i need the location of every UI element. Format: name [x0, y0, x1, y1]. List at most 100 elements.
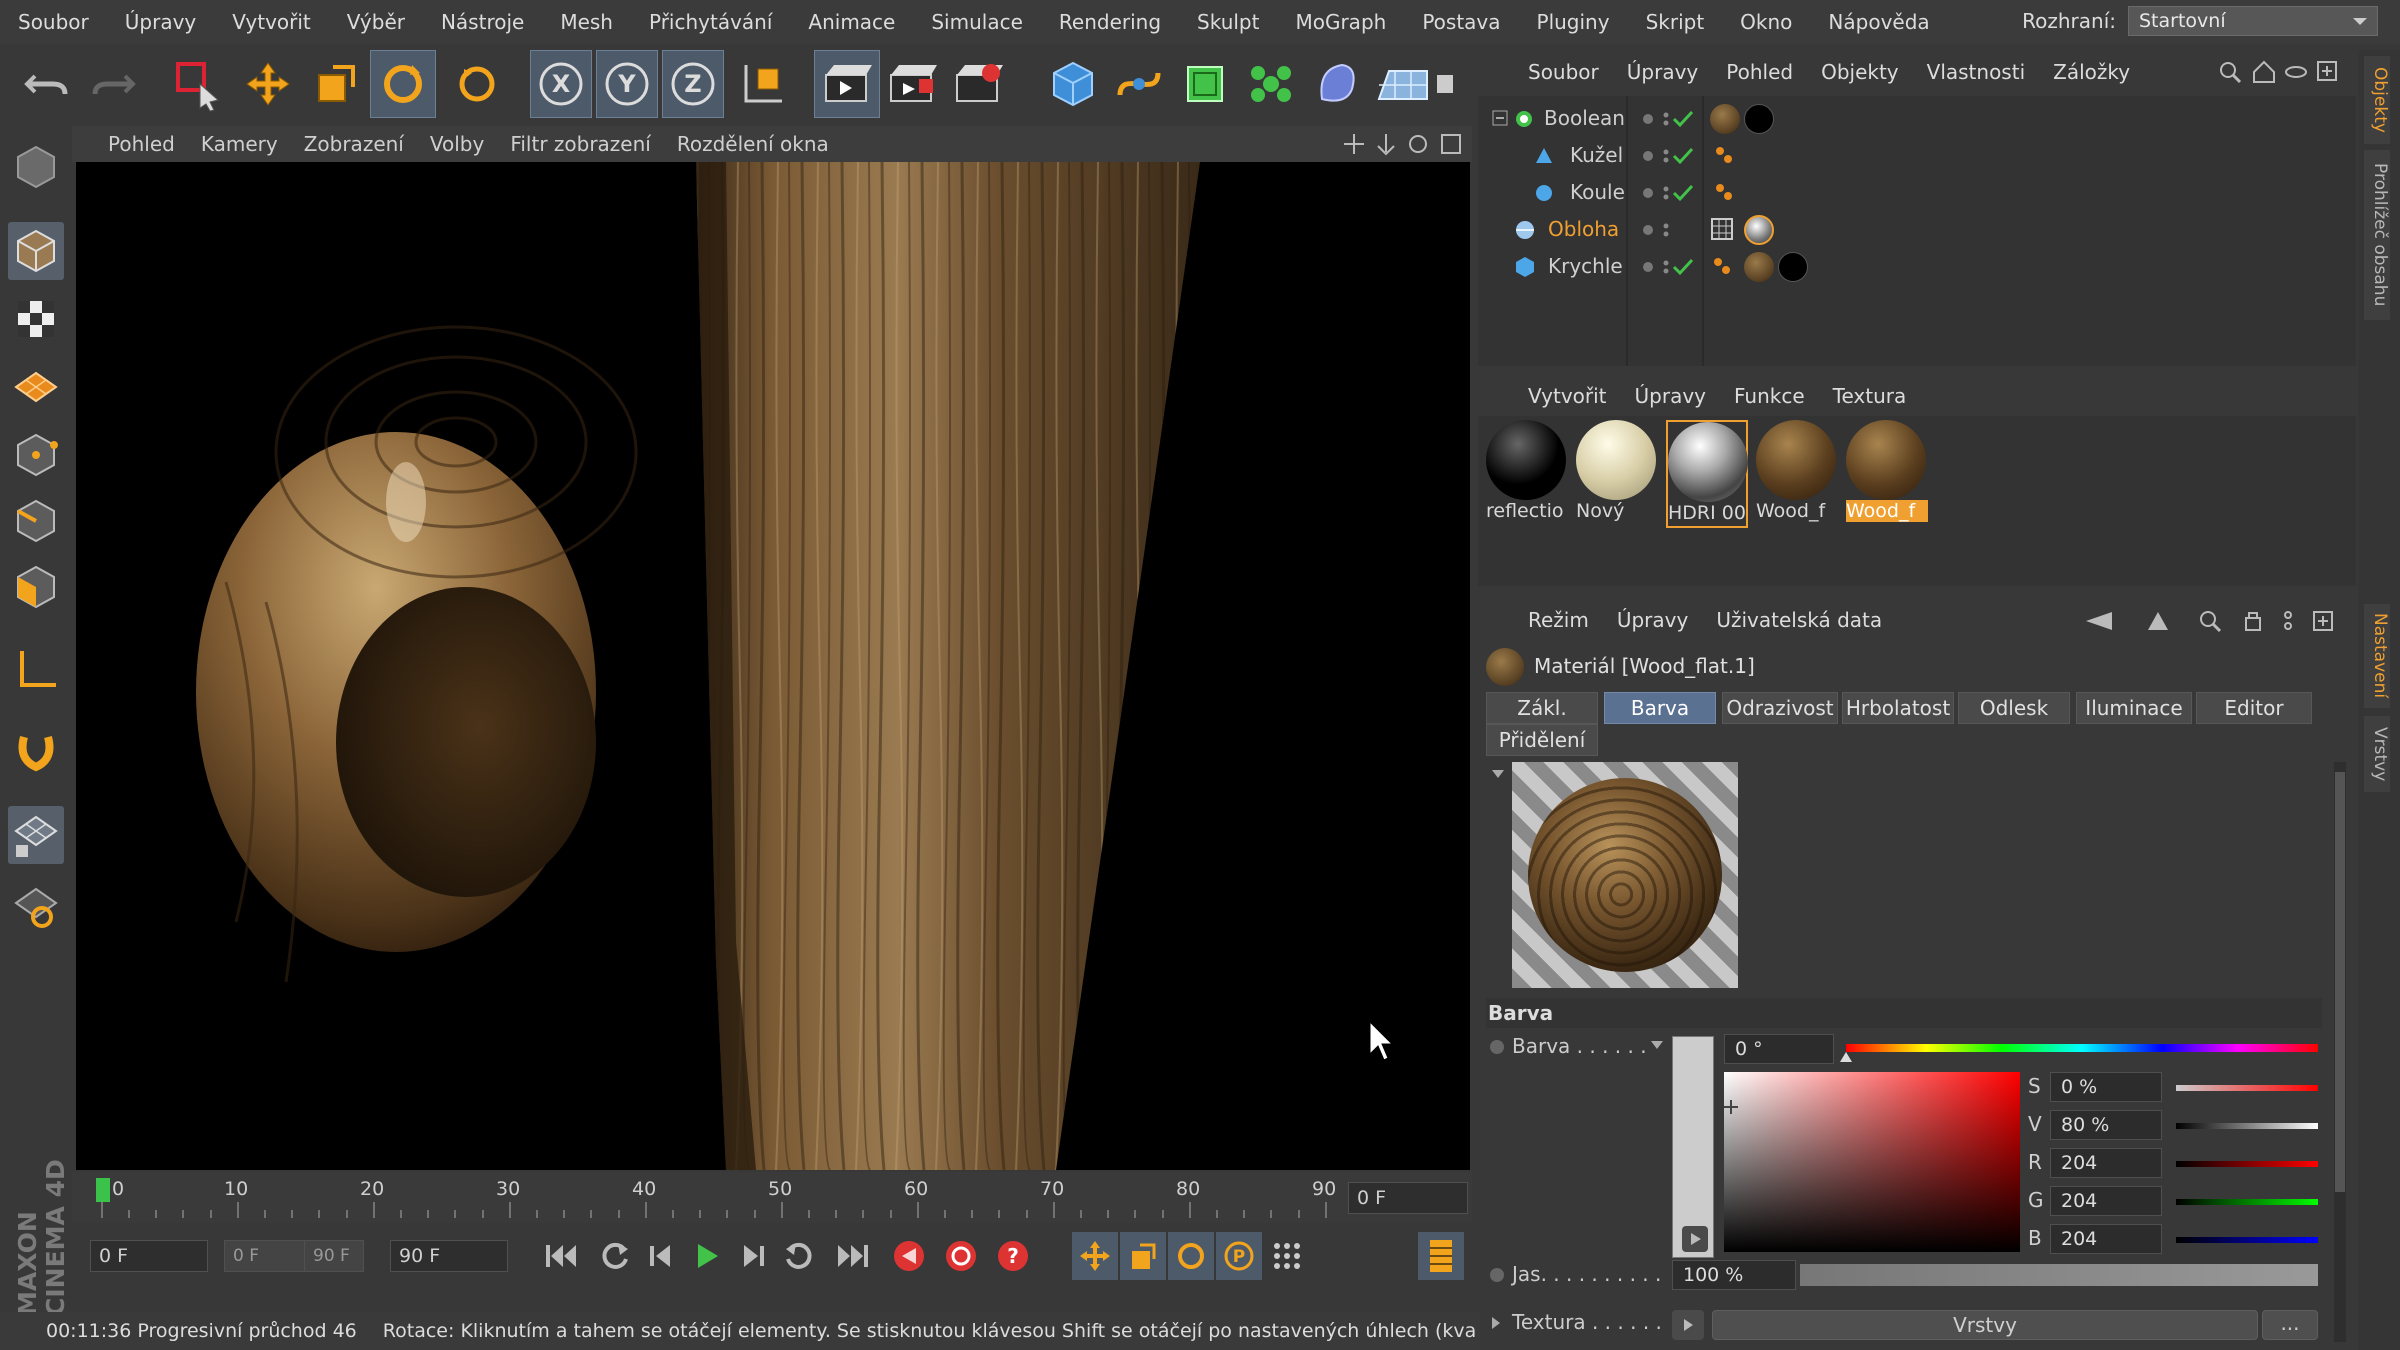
- tab-zakl[interactable]: Zákl.: [1486, 692, 1598, 724]
- edges-mode-icon[interactable]: [8, 492, 64, 550]
- b-slider[interactable]: [2176, 1237, 2318, 1243]
- material-tag-icon[interactable]: [1744, 215, 1774, 245]
- material-menu-upravy[interactable]: Úpravy: [1621, 384, 1720, 408]
- scale-tool-icon[interactable]: [303, 50, 369, 118]
- timeline-window-icon[interactable]: [1418, 1232, 1464, 1280]
- more-button[interactable]: ...: [2262, 1310, 2318, 1340]
- viewport-menu-filtr[interactable]: Filtr zobrazení: [497, 132, 664, 156]
- subdivision-surface-icon[interactable]: [1172, 50, 1238, 118]
- texture-menu-button[interactable]: [1672, 1310, 1704, 1340]
- snap-lock-icon[interactable]: [8, 806, 64, 864]
- axis-mode-icon[interactable]: [8, 640, 64, 698]
- tweak-mode-icon[interactable]: [8, 722, 64, 780]
- animation-dot[interactable]: [1490, 1040, 1504, 1054]
- record-keys-icon[interactable]: [886, 1232, 932, 1280]
- collapse-icon[interactable]: [1492, 110, 1508, 126]
- floor-icon[interactable]: [1370, 50, 1436, 118]
- viewport-menu-rozdeleni[interactable]: Rozdělení okna: [664, 132, 842, 156]
- next-frame-icon[interactable]: [730, 1232, 776, 1280]
- object-row-obloha[interactable]: Obloha: [1478, 211, 2356, 248]
- object-manager-tool-icons[interactable]: [2218, 58, 2348, 86]
- side-tab-prohlizec[interactable]: Prohlížeč obsahu: [2364, 150, 2390, 320]
- material-menu-textura[interactable]: Textura: [1819, 384, 1921, 408]
- cloner-icon[interactable]: [1238, 50, 1304, 118]
- move-tool-icon[interactable]: [235, 50, 301, 118]
- object-menu-objekty[interactable]: Objekty: [1807, 60, 1913, 84]
- play-icon[interactable]: [684, 1232, 730, 1280]
- current-frame-field[interactable]: 0 F: [1348, 1182, 1468, 1214]
- go-to-start-icon[interactable]: [538, 1232, 584, 1280]
- material-tag-icon[interactable]: [1744, 104, 1774, 134]
- object-menu-vlastnosti[interactable]: Vlastnosti: [1913, 60, 2040, 84]
- model-mode-icon[interactable]: [8, 138, 64, 196]
- attribute-menu-uzivatelska-data[interactable]: Uživatelská data: [1702, 608, 1896, 632]
- g-field[interactable]: 204: [2050, 1186, 2162, 1216]
- compositing-tag-icon[interactable]: [1710, 217, 1734, 243]
- menu-simulace[interactable]: Simulace: [913, 0, 1041, 44]
- visibility-dots-icon[interactable]: [1640, 220, 1696, 240]
- render-to-picture-viewer-icon[interactable]: [880, 50, 946, 118]
- key-parameter-icon[interactable]: P: [1216, 1232, 1262, 1280]
- tab-hrbolatost[interactable]: Hrbolatost: [1842, 692, 1954, 724]
- tab-iluminace[interactable]: Iluminace: [2076, 692, 2192, 724]
- visibility-dots-icon[interactable]: [1640, 146, 1696, 166]
- previous-frame-icon[interactable]: [638, 1232, 684, 1280]
- cube-primitive-icon[interactable]: [1040, 50, 1106, 118]
- color-dropdown-icon[interactable]: [1650, 1040, 1664, 1050]
- viewport-menu-pohled[interactable]: Pohled: [72, 132, 188, 156]
- key-position-icon[interactable]: [1072, 1232, 1118, 1280]
- material-menu-funkce[interactable]: Funkce: [1720, 384, 1819, 408]
- s-slider[interactable]: [2176, 1085, 2318, 1091]
- object-menu-upravy[interactable]: Úpravy: [1613, 60, 1712, 84]
- side-tab-vrstvy[interactable]: Vrstvy: [2364, 716, 2390, 792]
- menu-nastroje[interactable]: Nástroje: [423, 0, 542, 44]
- phong-tag-icon[interactable]: [1710, 254, 1736, 280]
- material-thumb-wood-2[interactable]: Wood_f: [1846, 420, 1928, 528]
- animation-dot[interactable]: [1490, 1268, 1504, 1282]
- menu-vyber[interactable]: Výběr: [329, 0, 423, 44]
- attribute-scrollbar[interactable]: [2334, 762, 2346, 1342]
- menu-animace[interactable]: Animace: [790, 0, 913, 44]
- start-frame-field[interactable]: 0 F: [90, 1240, 208, 1272]
- redo-icon[interactable]: [80, 50, 146, 118]
- hue-field[interactable]: 0 °: [1724, 1034, 1834, 1064]
- material-thumb-wood-1[interactable]: Wood_f: [1756, 420, 1838, 528]
- menu-okno[interactable]: Okno: [1722, 0, 1810, 44]
- object-row-kuzel[interactable]: Kužel: [1478, 137, 2356, 174]
- expand-triangle-icon[interactable]: [1490, 1316, 1502, 1330]
- object-menu-pohled[interactable]: Pohled: [1712, 60, 1807, 84]
- tab-odlesk[interactable]: Odlesk: [1958, 692, 2070, 724]
- visibility-dots-icon[interactable]: [1640, 109, 1696, 129]
- timeline-ruler[interactable]: 0 10 20 30 40 50 60 70 80 90 0 F: [72, 1172, 1472, 1222]
- hue-slider-handle[interactable]: [1840, 1052, 1852, 1062]
- attribute-menu-rezim[interactable]: Režim: [1514, 608, 1603, 632]
- key-rotation-icon[interactable]: [1168, 1232, 1214, 1280]
- render-view-icon[interactable]: [814, 50, 880, 118]
- side-tab-objekty[interactable]: Objekty: [2364, 56, 2390, 144]
- menu-soubor[interactable]: Soubor: [0, 0, 107, 44]
- menu-skulpt[interactable]: Skulpt: [1179, 0, 1277, 44]
- z-axis-lock-icon[interactable]: Z: [662, 50, 724, 118]
- material-menu-vytvorit[interactable]: Vytvořit: [1514, 384, 1621, 408]
- color-picker-button[interactable]: [1682, 1226, 1708, 1252]
- color-swatch[interactable]: [1672, 1036, 1714, 1258]
- next-key-icon[interactable]: [776, 1232, 822, 1280]
- s-field[interactable]: 0 %: [2050, 1072, 2162, 1102]
- y-axis-lock-icon[interactable]: Y: [596, 50, 658, 118]
- object-row-krychle[interactable]: Krychle: [1478, 248, 2356, 285]
- viewport-menu-zobrazeni[interactable]: Zobrazení: [291, 132, 417, 156]
- autokey-icon[interactable]: [938, 1232, 984, 1280]
- tab-prideleni[interactable]: Přidělení: [1486, 724, 1598, 756]
- range-end-field[interactable]: 90 F: [304, 1240, 364, 1272]
- brightness-field[interactable]: 100 %: [1672, 1260, 1796, 1290]
- spline-pen-icon[interactable]: [1106, 50, 1172, 118]
- material-thumb-hdri[interactable]: HDRI 00: [1666, 420, 1748, 528]
- layers-button[interactable]: Vrstvy: [1712, 1310, 2258, 1340]
- material-thumb-novy[interactable]: Nový: [1576, 420, 1658, 528]
- render-settings-icon[interactable]: [946, 50, 1012, 118]
- previous-key-icon[interactable]: [592, 1232, 638, 1280]
- key-scale-icon[interactable]: [1120, 1232, 1166, 1280]
- material-thumb-reflection[interactable]: reflectio: [1486, 420, 1568, 528]
- menu-rendering[interactable]: Rendering: [1041, 0, 1179, 44]
- keyframe-selection-icon[interactable]: ?: [990, 1232, 1036, 1280]
